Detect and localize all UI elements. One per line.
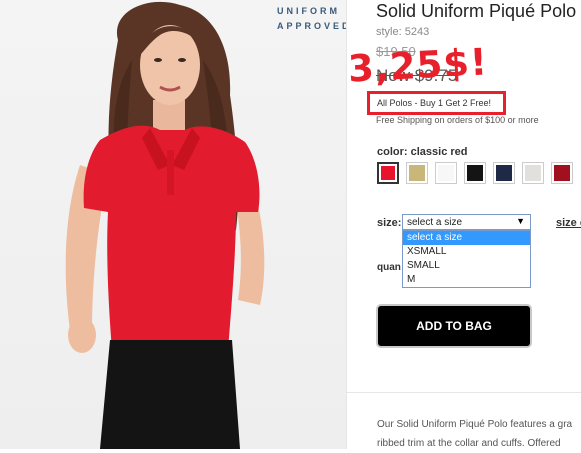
size-option-select[interactable]: select a size [403,231,530,245]
color-label: color: classic red [377,146,468,158]
size-option-small[interactable]: SMALL [403,259,530,273]
size-chart-link[interactable]: size c [556,217,581,229]
color-swatch[interactable] [377,162,399,184]
description-line-1: Our Solid Uniform Piqué Polo features a … [377,419,573,430]
color-swatch-fill [554,165,570,181]
color-swatches [377,162,573,184]
size-option-xsmall[interactable]: XSMALL [403,245,530,259]
color-swatch[interactable] [435,162,457,184]
color-swatch[interactable] [493,162,515,184]
size-select[interactable]: select a size ▼ [402,214,531,230]
color-swatch-fill [438,165,454,181]
color-swatch-fill [409,165,425,181]
color-swatch[interactable] [464,162,486,184]
color-swatch-fill [496,165,512,181]
size-dropdown-list: select a size XSMALL SMALL M [402,230,531,288]
section-divider [346,392,581,393]
color-swatch[interactable] [522,162,544,184]
product-title: Solid Uniform Piqué Polo [376,1,577,21]
color-label-text: color: [377,146,408,158]
product-description: Our Solid Uniform Piqué Polo features a … [377,415,581,453]
size-select-value: select a size [407,216,463,228]
uniform-approved-badge: UNIFORM APPROVED [277,4,346,34]
annotation-price: 3,25$! [346,40,489,91]
product-style-number: style: 5243 [376,26,430,38]
color-value: classic red [410,146,468,158]
color-swatch-fill [467,165,483,181]
model-illustration [65,1,265,449]
product-photo: UNIFORM APPROVED [0,0,346,449]
color-swatch[interactable] [406,162,428,184]
color-swatch-fill [525,165,541,181]
color-swatch[interactable] [551,162,573,184]
color-swatch-fill [381,166,395,180]
dropdown-arrow-icon[interactable]: ▼ [516,216,525,226]
badge-line-1: UNIFORM [277,6,340,16]
promo-text: All Polos - Buy 1 Get 2 Free! [377,98,492,108]
add-to-bag-button[interactable]: ADD TO BAG [378,306,530,346]
badge-line-2: APPROVED [277,21,346,31]
size-label: size: [377,217,402,229]
size-option-m[interactable]: M [403,273,530,287]
description-line-2: ribbed trim at the collar and cuffs. Off… [377,438,561,449]
quantity-label: quan [377,262,401,273]
shipping-text: Free Shipping on orders of $100 or more [376,115,539,125]
panel-divider [346,0,347,449]
